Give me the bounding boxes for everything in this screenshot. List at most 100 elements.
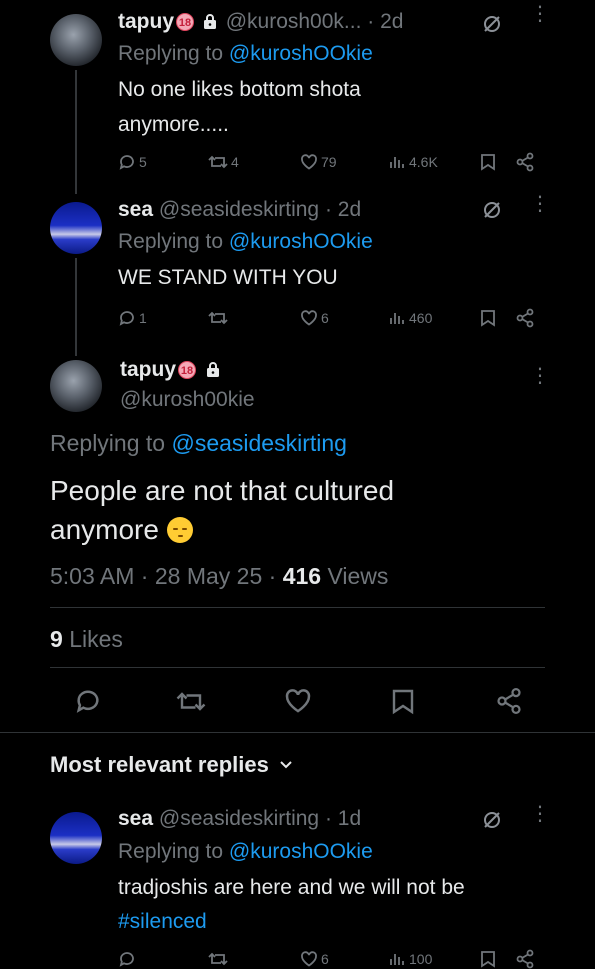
tweet-text: WE STAND WITH YOU <box>118 266 338 289</box>
share-icon[interactable] <box>515 949 535 969</box>
handle[interactable]: @kurosh00k... <box>226 10 362 33</box>
reply-button[interactable]: 5 <box>118 153 147 171</box>
views-icon <box>390 313 404 324</box>
tweet-header: tapuy 18 @kurosh00k... · 2d <box>118 10 403 34</box>
replying-label: Replying to <box>118 230 224 253</box>
avatar[interactable] <box>50 812 102 864</box>
like-button[interactable]: 79 <box>300 153 337 171</box>
timestamp[interactable]: · 2d <box>325 198 361 221</box>
views-button[interactable]: 100 <box>388 950 432 968</box>
more-options-icon[interactable]: ⋮ <box>530 4 550 24</box>
views-button[interactable]: 4.6K <box>388 153 438 171</box>
lock-icon <box>203 14 216 29</box>
mention-link[interactable]: @kuroshOOkie <box>229 42 373 65</box>
mention-link[interactable]: @kuroshOOkie <box>229 840 373 863</box>
replying-label: Replying to <box>118 840 224 863</box>
views-icon <box>390 954 404 965</box>
repost-button[interactable]: 4 <box>208 153 239 171</box>
avatar[interactable] <box>50 360 102 412</box>
pensive-face-emoji-icon <box>166 517 193 543</box>
share-icon[interactable] <box>515 308 535 328</box>
divider <box>50 607 545 608</box>
more-options-icon[interactable]: ⋮ <box>530 194 550 214</box>
grok-icon[interactable] <box>482 200 502 220</box>
likes-count: 9 <box>50 626 63 652</box>
section-title: Most relevant replies <box>50 752 269 777</box>
post-date[interactable]: 28 May 25 <box>155 563 262 589</box>
timestamp[interactable]: · 2d <box>367 10 403 33</box>
bookmark-icon[interactable] <box>391 688 415 715</box>
views-count: 4.6K <box>409 154 438 170</box>
bookmark-icon[interactable] <box>480 153 496 171</box>
hashtag-link[interactable]: #silenced <box>118 910 207 934</box>
heart-icon <box>301 951 317 967</box>
avatar[interactable] <box>50 14 102 66</box>
lock-icon <box>206 362 219 377</box>
heart-icon <box>301 154 317 170</box>
like-button[interactable]: 6 <box>300 950 329 968</box>
heart-icon[interactable] <box>284 687 312 715</box>
divider <box>0 732 595 733</box>
like-count: 79 <box>321 154 337 170</box>
chevron-down-icon <box>280 761 292 769</box>
repost-icon <box>208 952 228 966</box>
repost-icon <box>208 311 228 325</box>
tweet-text-line2: anymore <box>50 514 193 546</box>
handle[interactable]: @kurosh00kie <box>120 388 255 412</box>
reply-button[interactable] <box>118 950 136 968</box>
reply-icon <box>119 311 134 326</box>
handle[interactable]: @seasideskirting <box>159 198 319 221</box>
reply-count: 1 <box>139 310 147 326</box>
age-badge-icon: 18 <box>176 13 195 31</box>
repost-button[interactable] <box>208 309 228 327</box>
reply-button[interactable]: 1 <box>118 309 147 327</box>
repost-icon <box>208 155 228 169</box>
views-icon <box>390 157 404 168</box>
repost-icon[interactable] <box>176 688 206 715</box>
display-name[interactable]: tapuy <box>118 10 174 33</box>
reply-count: 5 <box>139 154 147 170</box>
replying-to: Replying to @kuroshOOkie <box>118 42 373 66</box>
more-options-icon[interactable]: ⋮ <box>530 804 550 824</box>
bookmark-icon[interactable] <box>480 309 496 327</box>
thread-connector <box>75 70 77 194</box>
post-time[interactable]: 5:03 AM <box>50 563 134 589</box>
handle[interactable]: @seasideskirting <box>159 807 319 830</box>
tweet-text: People are not that cultured <box>50 475 395 506</box>
mention-link[interactable]: @kuroshOOkie <box>229 230 373 253</box>
tweet-text: No one likes bottom shota <box>118 78 361 101</box>
like-count: 6 <box>321 310 329 326</box>
grok-icon[interactable] <box>482 810 502 830</box>
more-options-icon[interactable]: ⋮ <box>530 366 550 386</box>
reply-icon[interactable] <box>74 687 102 715</box>
bookmark-icon[interactable] <box>480 950 496 968</box>
tweet-header: sea @seasideskirting · 2d <box>118 198 361 222</box>
author-name-row: tapuy 18 <box>120 358 220 382</box>
tweet-meta: 5:03 AM · 28 May 25 · 416 Views <box>50 563 389 589</box>
repost-button[interactable] <box>208 950 228 968</box>
sort-replies-dropdown[interactable]: Most relevant replies <box>50 752 293 778</box>
avatar[interactable] <box>50 202 102 254</box>
views-button[interactable]: 460 <box>388 309 432 327</box>
share-icon[interactable] <box>515 152 535 172</box>
age-badge-icon: 18 <box>178 361 197 379</box>
grok-icon[interactable] <box>482 14 502 34</box>
display-name[interactable]: tapuy <box>120 358 176 381</box>
repost-count: 4 <box>231 154 239 170</box>
replying-label: Replying to <box>118 42 224 65</box>
views-label: Views <box>327 563 389 589</box>
likes-summary[interactable]: 9 Likes <box>50 626 123 653</box>
mention-link[interactable]: @seasideskirting <box>171 430 346 456</box>
display-name[interactable]: sea <box>118 807 153 830</box>
like-button[interactable]: 6 <box>300 309 329 327</box>
views-count: 460 <box>409 310 433 326</box>
like-count: 6 <box>321 951 329 967</box>
thread-connector <box>75 258 77 356</box>
likes-label: Likes <box>69 626 123 652</box>
divider <box>50 667 545 668</box>
tweet-header: sea @seasideskirting · 1d <box>118 807 361 831</box>
views-count: 416 <box>282 563 322 589</box>
timestamp[interactable]: · 1d <box>325 807 361 830</box>
display-name[interactable]: sea <box>118 198 153 221</box>
share-icon[interactable] <box>495 687 523 715</box>
